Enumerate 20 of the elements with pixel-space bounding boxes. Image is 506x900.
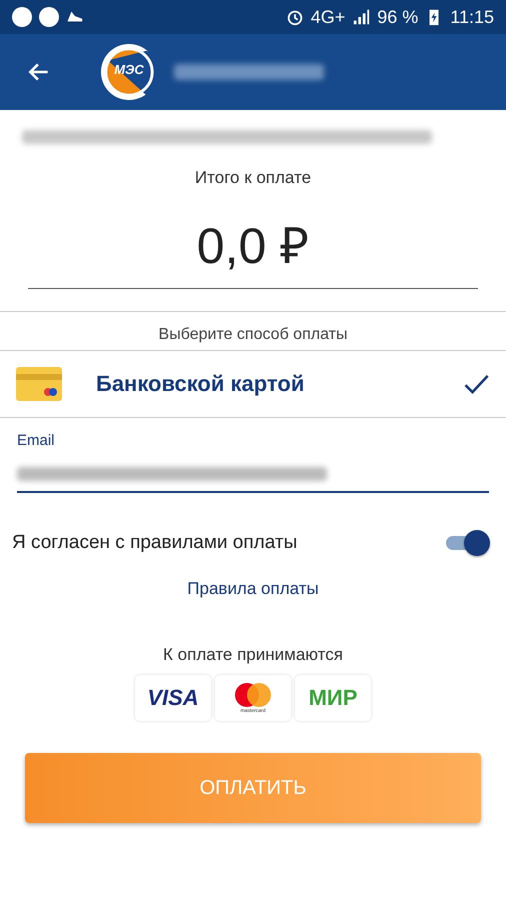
battery-percent: 96 % xyxy=(377,6,418,28)
notification-icon xyxy=(12,7,32,27)
agree-toggle[interactable] xyxy=(444,529,490,557)
accepted-cards-label: К оплате принимаются xyxy=(162,645,344,665)
payment-rules-link[interactable]: Правила оплаты xyxy=(187,579,319,598)
payment-method-label: Банковской картой xyxy=(96,371,306,397)
total-label: Итого к оплате xyxy=(194,168,312,188)
email-label: Email xyxy=(17,432,56,449)
clock: 11:15 xyxy=(450,6,494,28)
alarm-clock-icon xyxy=(286,8,304,26)
payment-method-prompt: Выберите способ оплаты xyxy=(0,312,506,351)
bank-card-icon xyxy=(16,367,62,401)
payment-method-row[interactable]: Банковской картой xyxy=(0,351,506,418)
agree-label: Я согласен с правилами оплаты xyxy=(12,532,298,554)
network-type: 4G+ xyxy=(310,6,346,28)
notification-icon xyxy=(39,7,59,27)
signal-icon xyxy=(352,8,370,26)
card-brand-logo: VISA xyxy=(135,675,211,721)
total-amount: 0,0 ₽ xyxy=(196,217,310,276)
card-brand-logo: МИР xyxy=(295,675,371,721)
